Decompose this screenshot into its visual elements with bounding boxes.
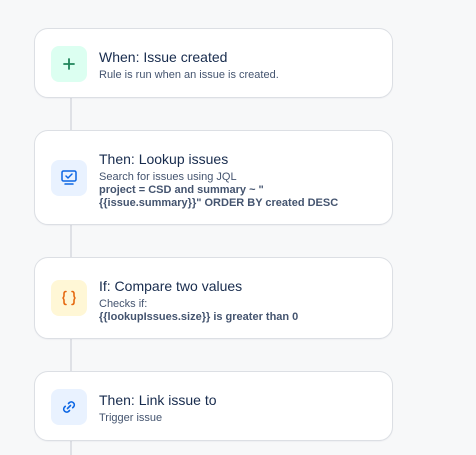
rule-card-title: Then: Lookup issues (99, 151, 229, 167)
monitor-check-icon (51, 160, 87, 196)
plus-icon (51, 46, 87, 82)
condition-expression: {{lookupIssues.size}} is greater than 0 (99, 311, 299, 323)
curly-braces-icon (51, 280, 87, 316)
connector-line (70, 440, 72, 455)
rule-card-title: If: Compare two values (99, 278, 243, 294)
rule-card-subtitle: Trigger issue (99, 412, 163, 424)
rule-card-trigger[interactable]: When: Issue created Rule is run when an … (34, 28, 393, 98)
rule-card-subtitle: Rule is run when an issue is created. (99, 69, 279, 81)
connector-line (70, 338, 72, 372)
rule-card-title: When: Issue created (99, 49, 228, 65)
link-icon (51, 389, 87, 425)
rule-card-compare-values[interactable]: If: Compare two values Checks if: {{look… (34, 257, 393, 339)
rule-card-subtitle: Search for issues using JQL (99, 171, 237, 183)
rule-card-title: Then: Link issue to (99, 392, 217, 408)
connector-line (70, 97, 72, 131)
rule-card-lookup-issues[interactable]: Then: Lookup issues Search for issues us… (34, 130, 393, 225)
jql-query: project = CSD and summary ~ " {{issue.su… (99, 184, 339, 209)
rule-card-link-issue[interactable]: Then: Link issue to Trigger issue (34, 371, 393, 441)
rule-canvas: When: Issue created Rule is run when an … (0, 0, 476, 455)
connector-line (70, 224, 72, 258)
rule-card-subtitle: Checks if: (99, 298, 148, 310)
